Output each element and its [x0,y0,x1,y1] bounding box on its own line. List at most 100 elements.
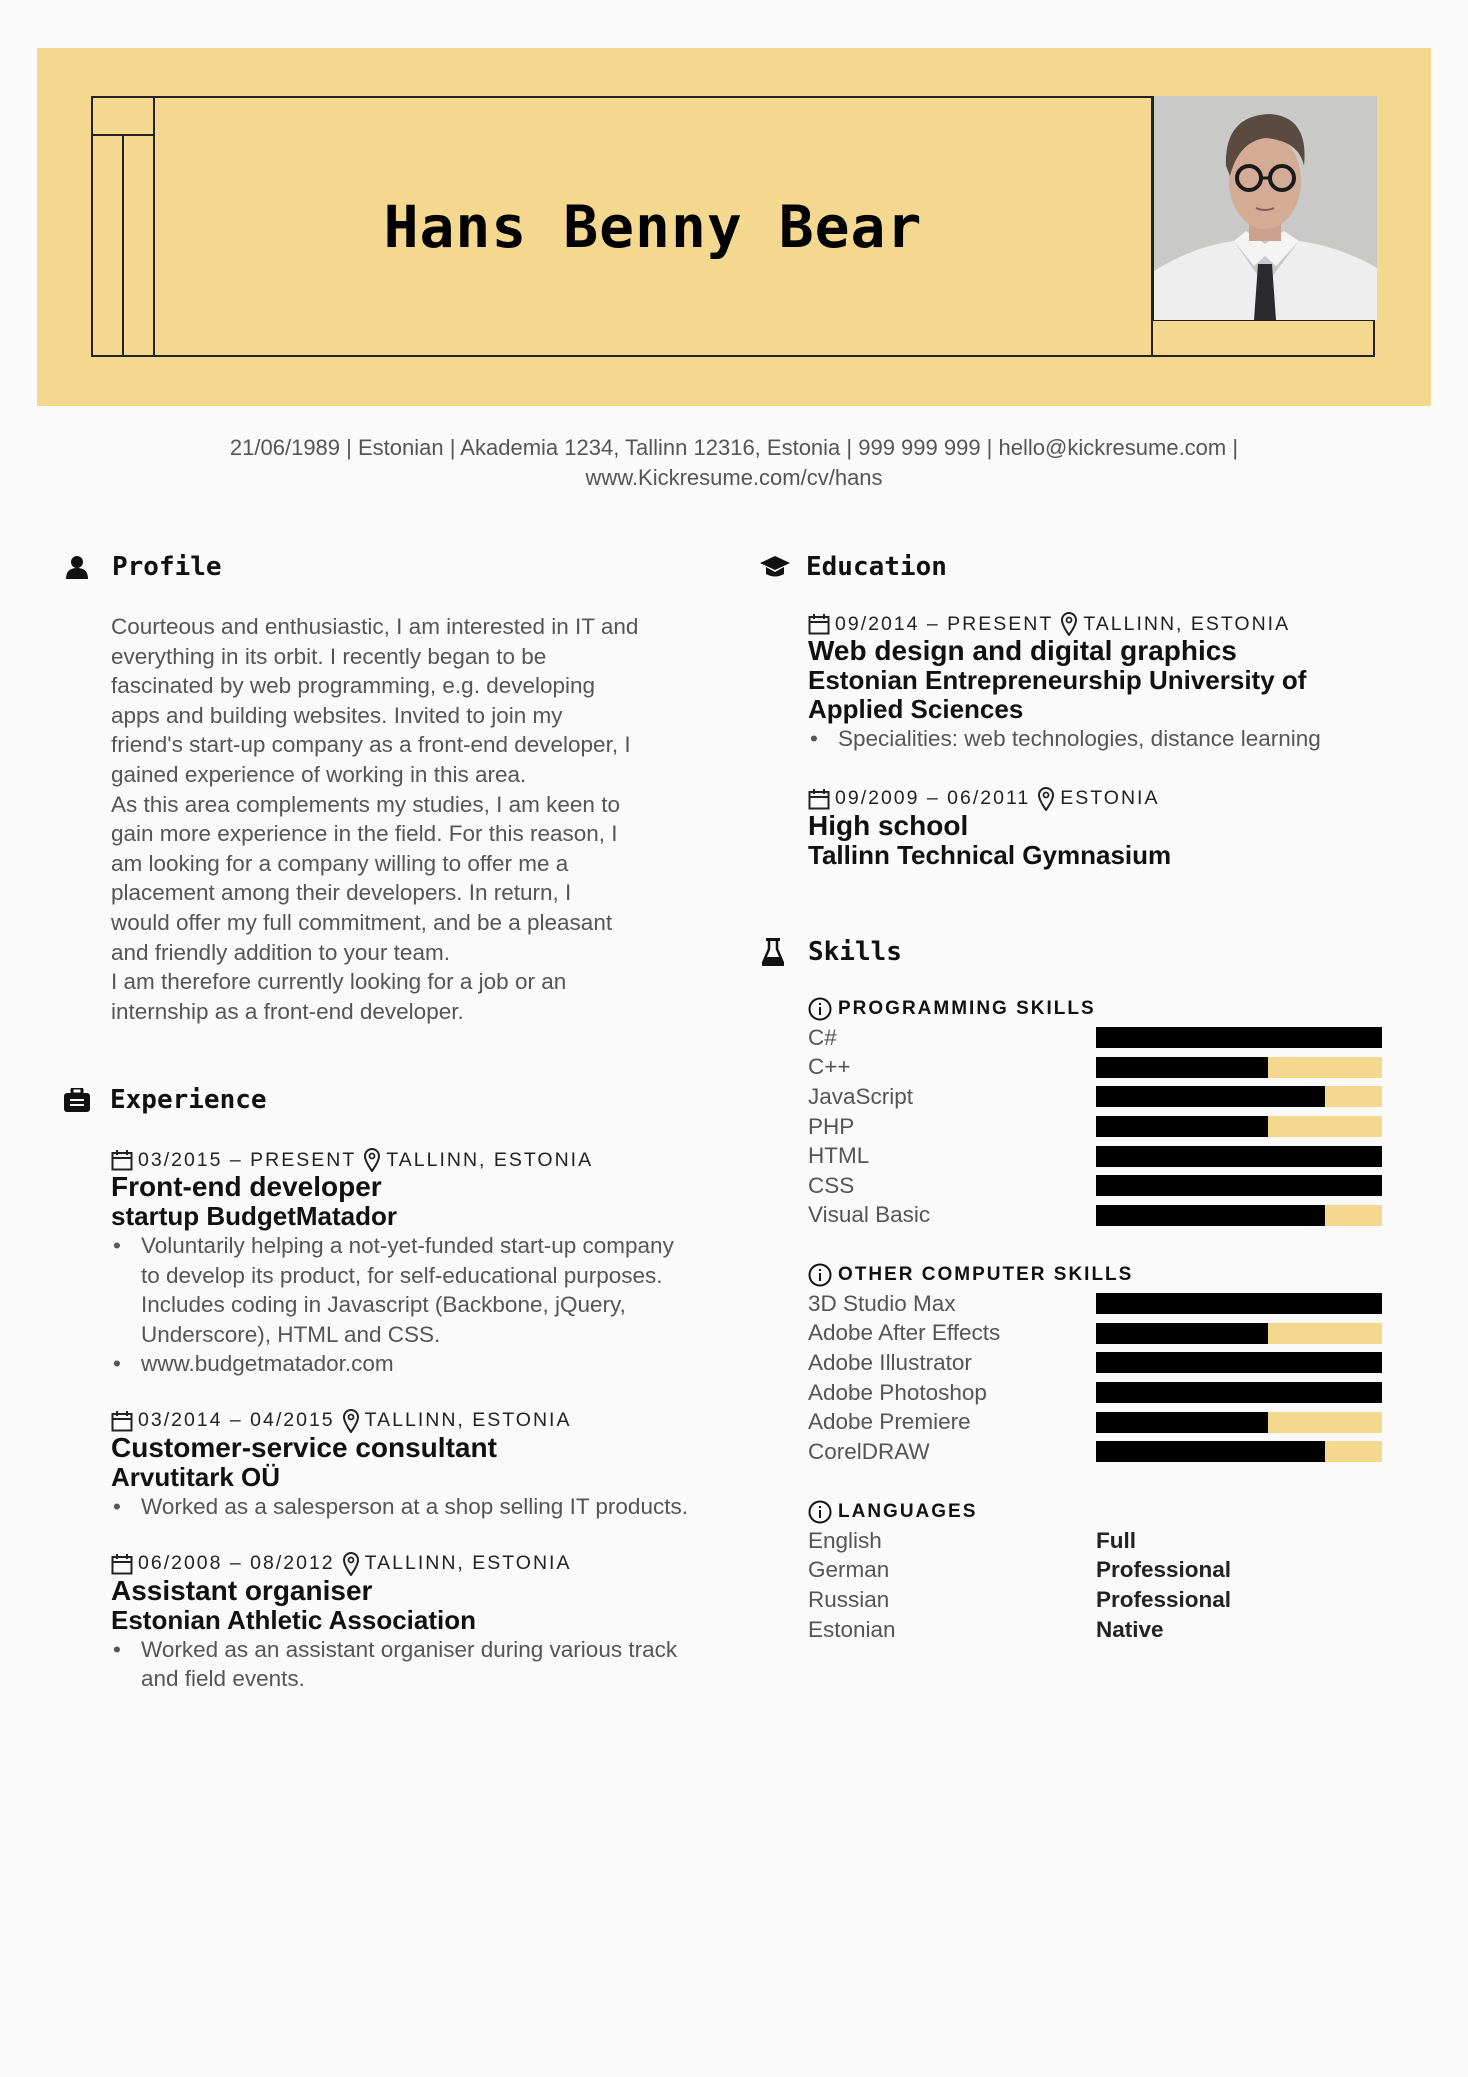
other-skill-list: 3D Studio Max Adobe After Effects Adobe Il… [808,1289,1382,1467]
entry-title: Front-end developer [111,1171,382,1202]
other-skills: OTHER COMPUTER SKILLS 3D Studio Max Adobe… [808,1263,1382,1467]
language-level: Professional [1096,1557,1232,1583]
language-name: Estonian [808,1616,896,1642]
language-name: German [808,1557,890,1583]
skill-name: Adobe Illustrator [808,1349,972,1375]
category-label: LANGUAGES [838,1501,978,1522]
skill-name: Adobe Photoshop [808,1379,987,1405]
experience-entry: 03/2014 – 04/2015 TALLINN, ESTONIA Custome… [111,1408,691,1522]
skill-name: PHP [808,1113,855,1139]
website-line[interactable]: www.Kickresume.com/cv/hans [0,465,1468,491]
profile-line: apps and building websites. Invited to j… [111,702,563,728]
entry-bullets: Voluntarily helping a not-yet-funded sta… [111,1231,691,1379]
entry-meta: 09/2014 – PRESENT TALLINN, ESTONIA [808,612,1408,636]
graduation-cap-icon [760,555,794,579]
entry-dates: 03/2015 – PRESENT [138,1148,357,1171]
language-level: Full [1096,1527,1136,1553]
entry-meta: 09/2009 – 06/2011 ESTONIA [808,786,1408,811]
bullet-item: Specialities: web technologies, distance… [810,724,1408,754]
language-level: Professional [1096,1586,1232,1612]
entry-location: TALLINN, ESTONIA [364,1552,572,1575]
education-list: 09/2014 – PRESENT TALLINN, ESTONIA Web des… [808,612,1408,903]
skill-row: PHP [808,1112,1382,1142]
skill-row: Adobe Photoshop [808,1378,1382,1408]
entry-link[interactable]: www.budgetmatador.com [113,1349,691,1379]
skill-level-bar [1096,1322,1382,1344]
candidate-name: Hans Benny Bear [383,192,923,261]
programming-skill-list: C# C++ JavaScript PHP HTML CSS Visual Basic [808,1023,1382,1230]
skill-row: JavaScript [808,1082,1382,1112]
location-pin-icon [342,1551,359,1576]
skill-level-bar [1096,1027,1382,1049]
entry-dates: 03/2014 – 04/2015 [138,1409,335,1432]
entry-bullets: Worked as a salesperson at a shop sellin… [111,1492,691,1522]
portrait-image [1154,96,1377,320]
entry-title: Web design and digital graphics [808,635,1237,666]
skill-level-fill [1096,1382,1382,1404]
skill-level-bar [1096,1204,1382,1226]
language-row: Estonian Native [808,1615,1231,1645]
info-icon [808,1500,832,1524]
skill-level-bar [1096,1441,1382,1463]
languages-label: LANGUAGES [808,1500,1231,1524]
language-row: Russian Professional [808,1585,1231,1615]
entry-bullets: Worked as an assistant organiser during … [111,1635,691,1694]
skill-row: C# [808,1023,1382,1053]
skill-level-bar [1096,1056,1382,1078]
skill-level-bar [1096,1293,1382,1315]
experience-list: 03/2015 – PRESENT TALLINN, ESTONIA Front-e… [111,1148,691,1724]
skill-row: CSS [808,1171,1382,1201]
category-label: PROGRAMMING SKILLS [838,998,1096,1019]
frame-divider [91,134,155,136]
skill-level-fill [1096,1086,1325,1108]
profile-line: Courteous and enthusiastic, I am interes… [111,614,639,639]
skill-level-fill [1096,1322,1268,1344]
profile-heading-label: Profile [112,552,222,582]
entry-meta: 06/2008 – 08/2012 TALLINN, ESTONIA [111,1551,691,1576]
skill-name: 3D Studio Max [808,1290,956,1316]
calendar-icon [111,1150,133,1171]
skill-level-fill [1096,1293,1382,1315]
profile-text: Courteous and enthusiastic, I am interes… [111,612,701,1026]
skill-row: Adobe Illustrator [808,1348,1382,1378]
calendar-icon [111,1410,133,1432]
calendar-icon [111,1553,133,1575]
profile-photo [1152,96,1377,320]
skill-level-bar [1096,1382,1382,1404]
skill-level-fill [1096,1145,1382,1167]
skill-name: JavaScript [808,1083,914,1109]
category-label: OTHER COMPUTER SKILLS [838,1264,1134,1285]
education-heading: Education [760,552,947,582]
education-entry: 09/2014 – PRESENT TALLINN, ESTONIA Web des… [808,612,1408,754]
profile-line: gained experience of working in this are… [111,761,527,787]
skill-level-fill [1096,1056,1268,1078]
skill-row: HTML [808,1141,1382,1171]
skill-level-bar [1096,1175,1382,1197]
skill-level-fill [1096,1352,1382,1374]
skill-level-bar [1096,1145,1382,1167]
entry-organization: Arvutitark OÜ [111,1461,281,1492]
language-name: English [808,1527,882,1553]
flask-icon [762,938,796,966]
experience-entry: 03/2015 – PRESENT TALLINN, ESTONIA Front-e… [111,1148,691,1379]
skill-row: C++ [808,1053,1382,1083]
entry-organization: startup BudgetMatador [111,1201,397,1231]
entry-organization: Estonian Entrepreneurship University of … [808,665,1307,724]
location-pin-icon [342,1408,359,1433]
entry-title: Customer-service consultant [111,1431,497,1463]
skill-level-fill [1096,1027,1382,1049]
entry-dates: 09/2014 – PRESENT [835,612,1054,635]
skill-level-fill [1096,1411,1268,1433]
info-icon [808,1263,832,1287]
profile-line: As this area complements my studies, I a… [111,791,620,817]
frame-divider [122,135,124,357]
language-level: Native [1096,1616,1164,1642]
skill-name: Visual Basic [808,1202,931,1228]
skill-level-bar [1096,1116,1382,1138]
skill-level-bar [1096,1352,1382,1374]
skills-heading-label: Skills [808,937,902,967]
profile-heading: Profile [66,552,222,582]
experience-heading-label: Experience [110,1085,267,1115]
user-icon [66,555,100,579]
entry-location: TALLINN, ESTONIA [1083,612,1291,635]
